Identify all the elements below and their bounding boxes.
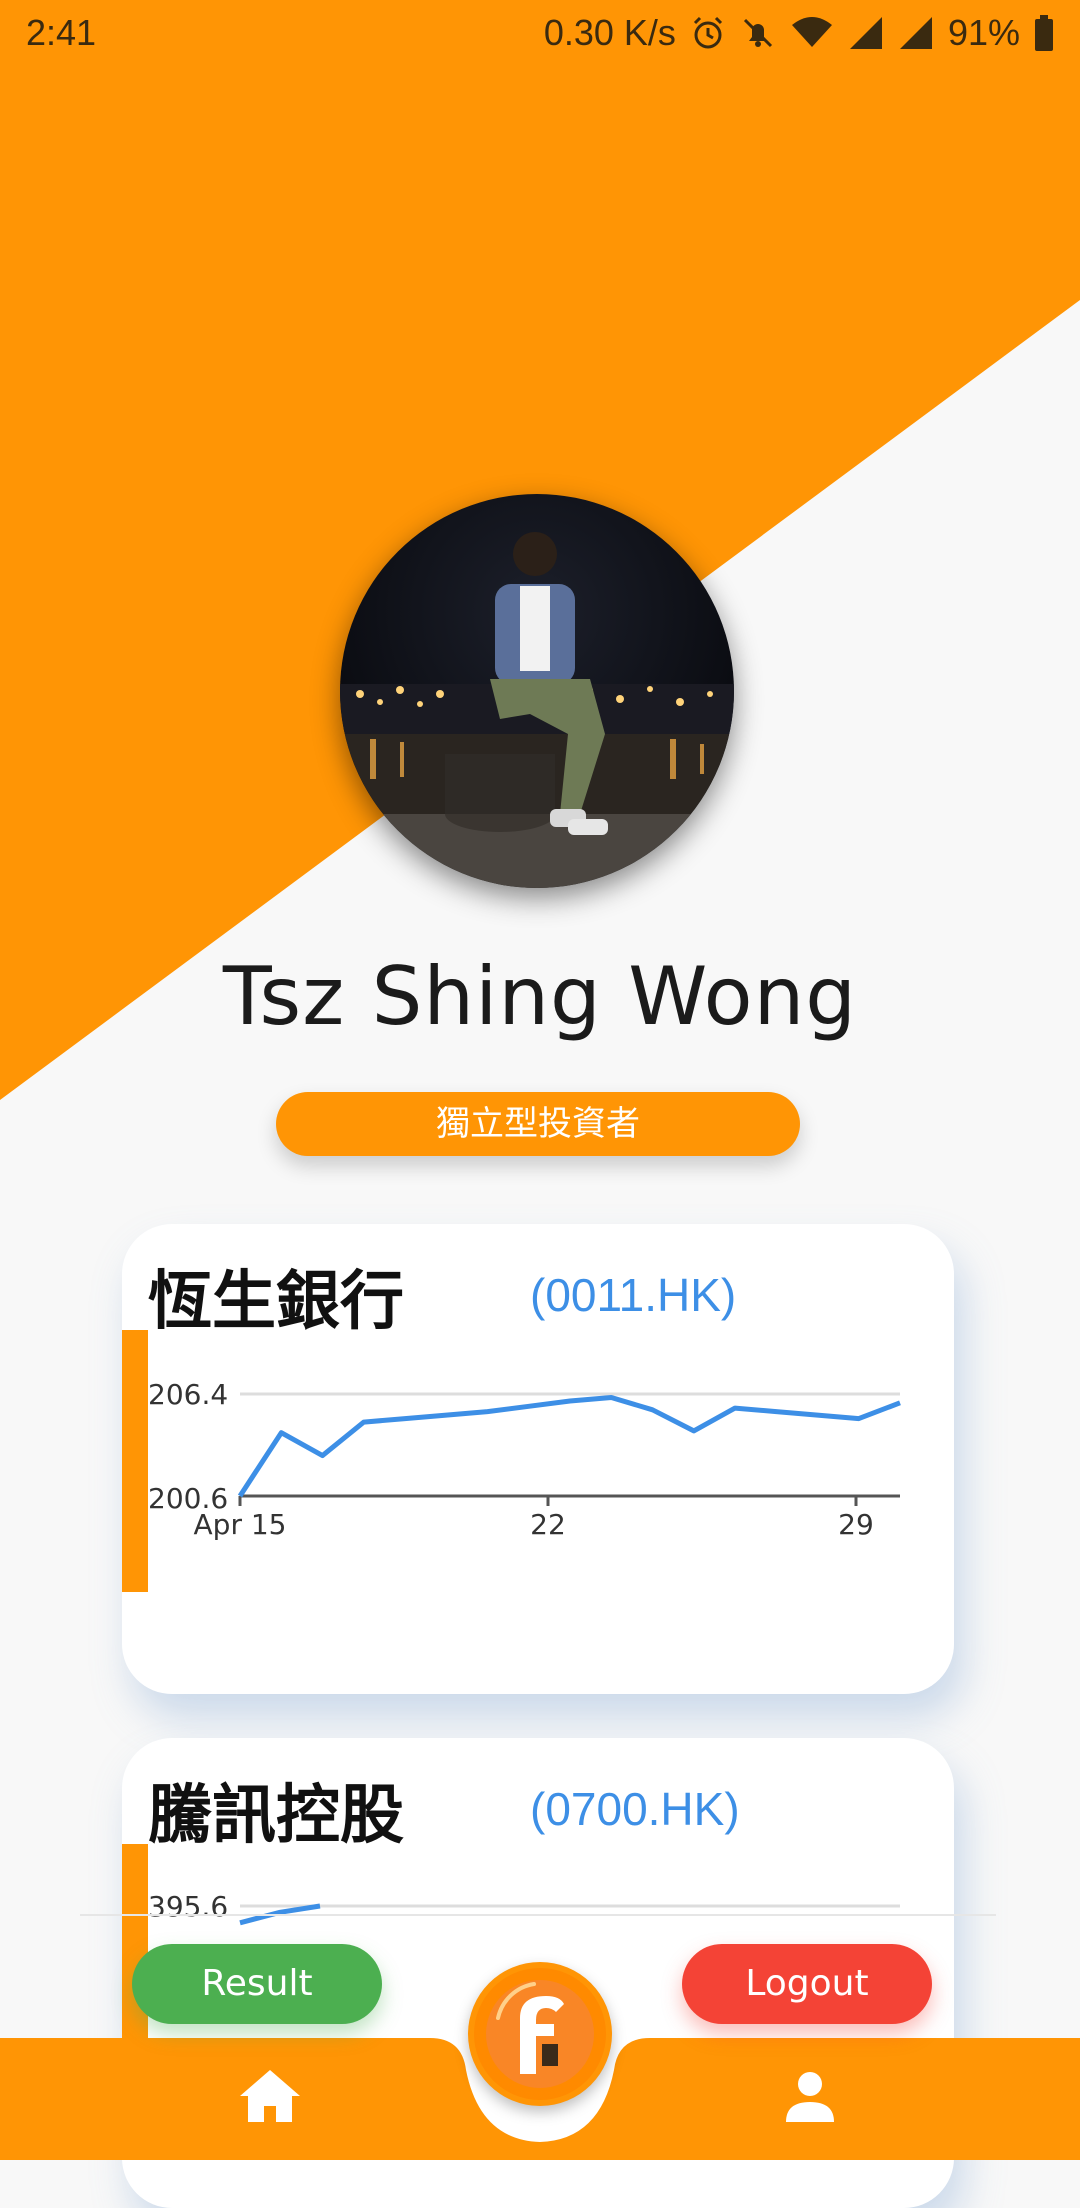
- bell-muted-icon: [743, 18, 772, 48]
- profile-name: Tsz Shing Wong: [222, 950, 858, 1043]
- avatar-photo: [340, 494, 734, 888]
- logout-button[interactable]: Logout: [682, 1944, 932, 2024]
- y-tick-label: 206.4: [148, 1378, 228, 1411]
- profile-icon[interactable]: [782, 2068, 838, 2124]
- scroll-divider: [80, 1914, 996, 1916]
- signal-icon: [899, 17, 932, 49]
- app-logo-button[interactable]: [468, 1962, 612, 2106]
- x-tick-label: 22: [530, 1508, 566, 1541]
- signal-icon: [849, 17, 882, 49]
- status-time: 2:41: [26, 12, 97, 53]
- result-button[interactable]: Result: [132, 1944, 382, 2024]
- battery-percent: 91%: [947, 12, 1020, 53]
- alarm-icon: [693, 16, 722, 49]
- battery-icon: [1035, 15, 1053, 51]
- x-tick-label: 29: [838, 1508, 874, 1541]
- price-line-series: [237, 1395, 901, 1498]
- profile-avatar[interactable]: [340, 494, 734, 888]
- network-speed: 0.30 K/s: [543, 12, 676, 53]
- status-bar: 2:41 0.30 K/s 91%: [0, 0, 1080, 66]
- wifi-icon: [791, 17, 832, 47]
- investor-type-badge: 獨立型投資者: [276, 1092, 800, 1156]
- stock-price-chart: 206.4 200.6 Apr 15 22 29: [148, 1378, 901, 1541]
- y-tick-label: 395.6: [148, 1890, 228, 1923]
- x-tick-label: Apr 15: [194, 1508, 287, 1541]
- app-logo-icon: [474, 1968, 606, 2100]
- home-icon[interactable]: [238, 2066, 302, 2126]
- stock-card[interactable]: 恆生銀行 (0011.HK) 206.4 200.6 Apr 15 22 29: [122, 1224, 954, 1694]
